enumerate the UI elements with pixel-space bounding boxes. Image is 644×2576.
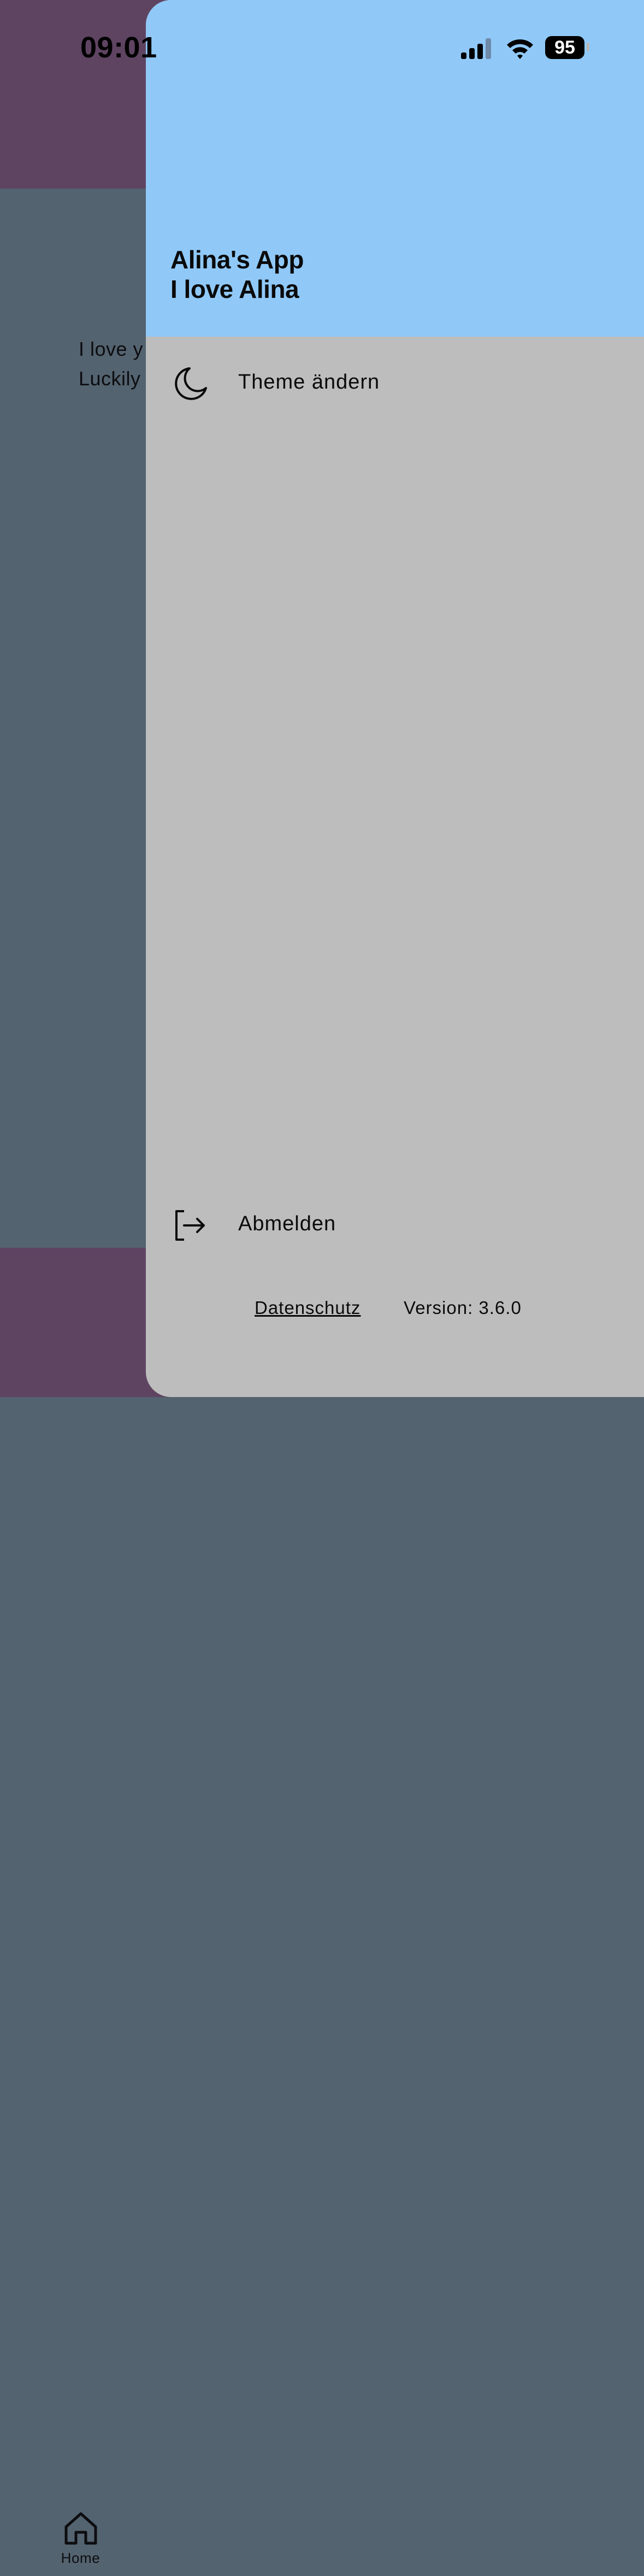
logout-icon bbox=[175, 1210, 205, 1241]
nav-tab-home-label: Home bbox=[61, 2550, 101, 2566]
drawer-subtitle: I love Alina bbox=[170, 275, 299, 303]
drawer-title: Alina's App bbox=[170, 245, 304, 274]
battery-icon: 95 bbox=[545, 36, 584, 59]
content-line-2: Luckily bbox=[79, 367, 141, 390]
content-text: I love y Luckily bbox=[79, 335, 143, 394]
drawer-footer: Datenschutz Version: 3.6.0 bbox=[146, 1293, 644, 1326]
drawer-item-theme[interactable]: Theme ändern bbox=[146, 350, 644, 415]
version-label: Version: 3.6.0 bbox=[404, 1298, 522, 1318]
signal-icon bbox=[461, 38, 491, 59]
drawer-item-theme-label: Theme ändern bbox=[238, 371, 380, 394]
home-icon bbox=[64, 2512, 97, 2545]
nav-tab-home[interactable]: Home bbox=[49, 2510, 112, 2576]
privacy-link[interactable]: Datenschutz bbox=[255, 1298, 361, 1318]
status-time: 09:01 bbox=[80, 31, 157, 64]
drawer-item-logout[interactable]: Abmelden bbox=[146, 1192, 644, 1257]
navigation-drawer: Alina's App I love Alina Theme ändern Ab… bbox=[146, 0, 644, 1397]
drawer-item-logout-label: Abmelden bbox=[238, 1212, 336, 1235]
content-line-1: I love y bbox=[79, 338, 144, 360]
wifi-icon bbox=[507, 39, 533, 59]
moon-icon bbox=[175, 367, 207, 400]
battery-tip bbox=[587, 43, 589, 51]
